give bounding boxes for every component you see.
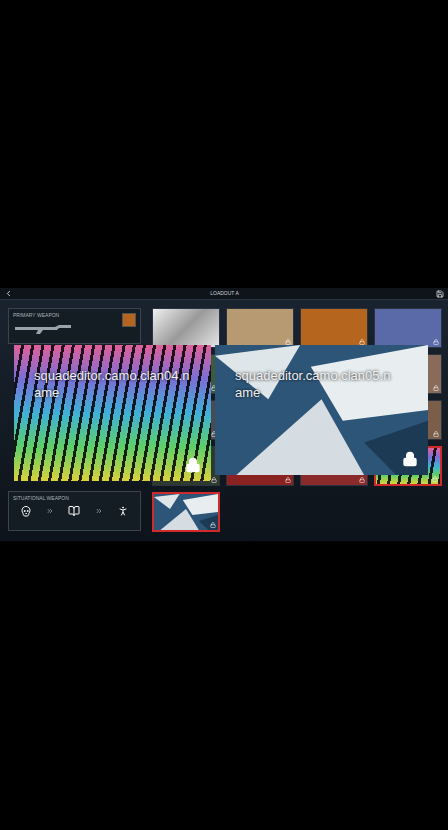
primary-panel[interactable]: PRIMARY WEAPON bbox=[8, 308, 141, 344]
lock-icon bbox=[433, 339, 439, 345]
figure-icon bbox=[117, 505, 129, 517]
rifle-icon bbox=[13, 322, 73, 334]
lock-icon bbox=[433, 431, 439, 437]
lock-icon bbox=[185, 457, 201, 473]
lock-icon bbox=[285, 477, 291, 483]
shards-pattern bbox=[154, 494, 218, 530]
screen: LOADOUT A PRIMARY WEAPON SITUATIONAL WEAPO… bbox=[0, 0, 448, 830]
snow-pattern bbox=[153, 309, 219, 347]
shards-pattern bbox=[215, 345, 428, 475]
perk-panel[interactable]: SITUATIONAL WEAPON bbox=[8, 491, 141, 531]
camo-pattern bbox=[301, 309, 367, 347]
camo-tile[interactable] bbox=[374, 308, 442, 348]
top-bar: LOADOUT A bbox=[0, 288, 448, 300]
title: LOADOUT A bbox=[210, 291, 239, 296]
camo-thumbnail bbox=[122, 313, 136, 327]
camo-pattern bbox=[375, 309, 441, 347]
camo-tile[interactable] bbox=[152, 308, 220, 348]
skull-icon bbox=[20, 505, 32, 517]
back-icon[interactable] bbox=[4, 289, 13, 298]
save-icon[interactable] bbox=[436, 290, 444, 298]
arrow-icon bbox=[46, 507, 54, 515]
tooltip-name: squadeditor.camo.clan05.name bbox=[215, 345, 395, 401]
arrow-icon bbox=[95, 507, 103, 515]
tooltip-name: squadeditor.camo.clan04.name bbox=[14, 345, 194, 401]
camo-tile[interactable] bbox=[300, 308, 368, 348]
game-area: LOADOUT A PRIMARY WEAPON SITUATIONAL WEAPO… bbox=[0, 288, 448, 541]
lock-icon bbox=[433, 385, 439, 391]
primary-label: PRIMARY WEAPON bbox=[13, 313, 73, 318]
lock-icon bbox=[402, 451, 418, 467]
zebra-pattern bbox=[14, 345, 211, 481]
lock-icon bbox=[359, 477, 365, 483]
perk-label: SITUATIONAL WEAPON bbox=[13, 496, 136, 501]
camo-tooltip: squadeditor.camo.clan04.name bbox=[14, 345, 211, 481]
lock-icon bbox=[210, 522, 216, 528]
lock-icon bbox=[432, 476, 438, 482]
book-icon bbox=[68, 505, 80, 517]
camo-pattern bbox=[227, 309, 293, 347]
camo-tooltip: squadeditor.camo.clan05.name bbox=[215, 345, 428, 475]
camo-tile[interactable] bbox=[152, 492, 220, 532]
lock-icon bbox=[211, 477, 217, 483]
camo-tile[interactable] bbox=[226, 308, 294, 348]
